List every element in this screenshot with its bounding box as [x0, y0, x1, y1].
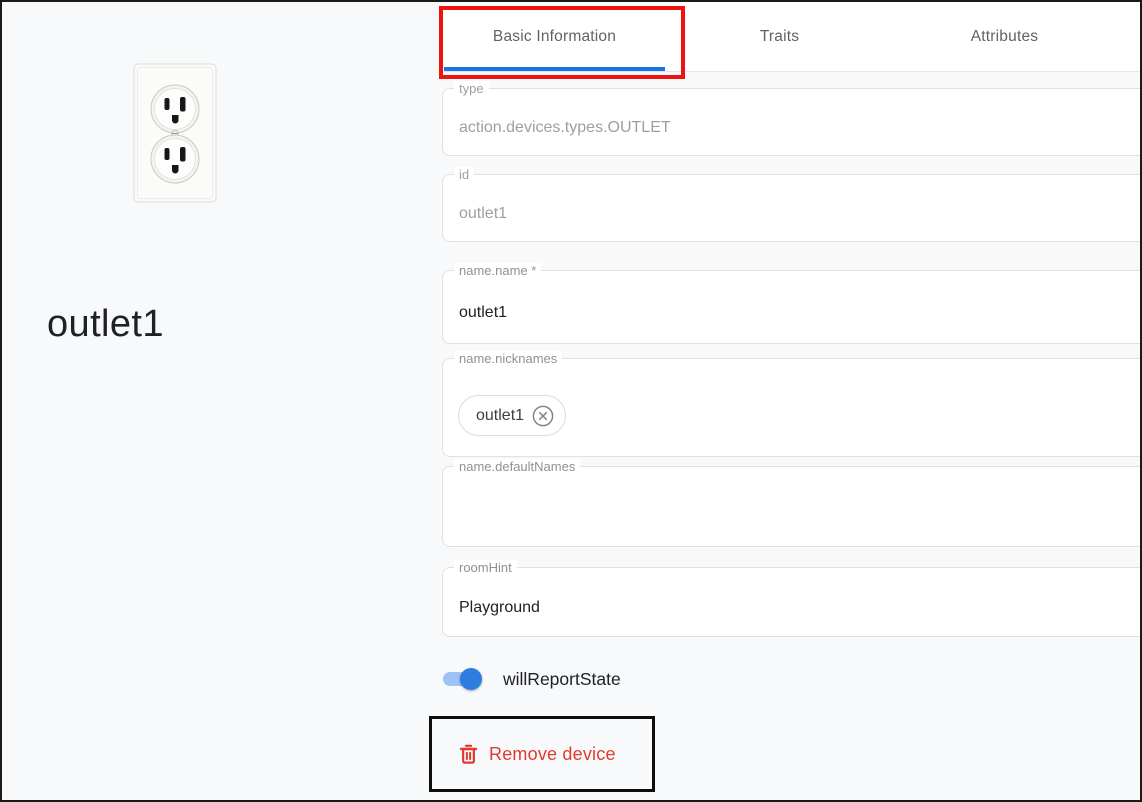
device-form-panel: Basic Information Traits Attributes type… [442, 2, 1142, 800]
nickname-chip-text: outlet1 [476, 407, 524, 425]
tab-traits-label: Traits [760, 28, 799, 46]
field-roomhint: roomHint [442, 567, 1142, 637]
remove-device-label: Remove device [489, 744, 616, 765]
field-name-name-label: name.name * [454, 263, 541, 279]
annotation-black-box: Remove device [429, 716, 655, 792]
will-report-state-toggle[interactable] [443, 672, 479, 686]
field-type-label: type [454, 81, 489, 97]
tab-basic-information[interactable]: Basic Information [442, 2, 667, 72]
device-title: outlet1 [47, 303, 164, 346]
toggle-thumb [460, 668, 482, 690]
field-name-defaultnames: name.defaultNames [442, 466, 1142, 547]
field-roomhint-label: roomHint [454, 560, 517, 576]
field-id-label: id [454, 167, 474, 183]
will-report-state-row: willReportState [443, 666, 621, 692]
tab-traits[interactable]: Traits [667, 2, 892, 72]
will-report-state-label: willReportState [503, 669, 621, 690]
field-name-name: name.name * [442, 270, 1142, 344]
device-preview-panel: outlet1 [2, 2, 442, 800]
circle-x-icon[interactable] [531, 404, 555, 428]
type-input [459, 89, 1137, 155]
name-defaultnames-input[interactable] [459, 467, 1137, 546]
tab-attributes[interactable]: Attributes [892, 2, 1117, 72]
tab-attributes-label: Attributes [971, 28, 1038, 46]
device-editor-screen: outlet1 Basic Information Traits Attribu… [0, 0, 1142, 802]
field-type: type [442, 88, 1142, 156]
remove-device-button[interactable]: Remove device [457, 719, 616, 789]
field-name-nicknames[interactable]: name.nicknames outlet1 [442, 358, 1142, 457]
nickname-chip: outlet1 [458, 395, 566, 436]
id-input [459, 175, 1137, 241]
roomhint-input[interactable] [459, 568, 1137, 636]
outlet-device-image [133, 63, 217, 203]
name-name-input[interactable] [459, 271, 1137, 343]
tabbar: Basic Information Traits Attributes [442, 2, 1142, 72]
tab-basic-information-label: Basic Information [493, 28, 616, 46]
field-name-nicknames-label: name.nicknames [454, 351, 562, 367]
field-id: id [442, 174, 1142, 242]
trash-icon [457, 743, 480, 766]
field-name-defaultnames-label: name.defaultNames [454, 459, 580, 475]
